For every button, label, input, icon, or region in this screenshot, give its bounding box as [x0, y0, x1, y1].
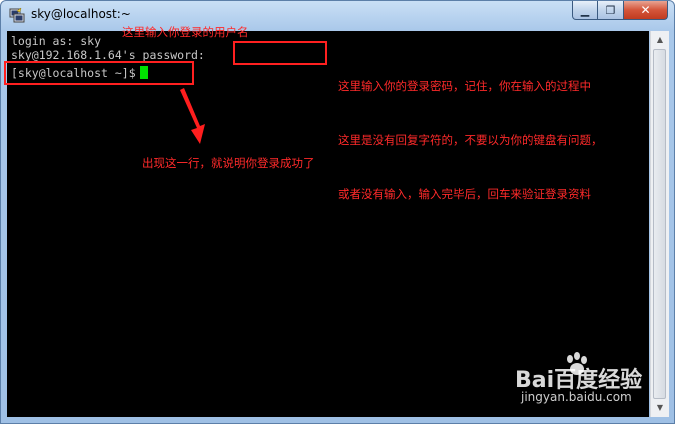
baidu-url: jingyan.baidu.com [521, 390, 632, 404]
putty-icon [9, 7, 25, 23]
password-annotation-line: 这里输入你的登录密码，记住，你在输入的过程中 [338, 79, 591, 93]
password-annotation-line: 或者没有输入，输入完毕后，回车来验证登录资料 [338, 187, 591, 201]
password-highlight-box [233, 41, 327, 65]
minimize-icon: ▁ [580, 3, 590, 17]
title-bar[interactable]: sky@localhost:~ ▁ ❐ ✕ [1, 1, 674, 29]
prompt-highlight-box [4, 61, 194, 85]
minimize-button[interactable]: ▁ [572, 1, 598, 20]
maximize-icon: ❐ [605, 3, 616, 17]
close-icon: ✕ [640, 3, 651, 17]
terminal-line-password: sky@192.168.1.64's password: [11, 48, 205, 62]
close-button[interactable]: ✕ [624, 1, 668, 20]
scroll-down-icon[interactable]: ▼ [652, 400, 668, 416]
baidu-watermark: Bai百度经验 jingyan.baidu.com [515, 350, 642, 405]
terminal-line-login: login as: sky [11, 34, 102, 48]
vertical-scrollbar[interactable]: ▲ ▼ [650, 31, 669, 417]
success-annotation: 出现这一行，就说明你登录成功了 [142, 156, 315, 170]
maximize-button[interactable]: ❐ [598, 1, 624, 20]
arrow-icon [180, 88, 205, 144]
username-annotation: 这里输入你登录的用户名 [122, 25, 249, 39]
password-annotation-line: 这里是没有回复字符的，不要以为你的键盘有问题， [338, 133, 603, 147]
window-title: sky@localhost:~ [31, 7, 131, 21]
scrollbar-thumb[interactable] [653, 49, 666, 399]
window-controls: ▁ ❐ ✕ [572, 1, 668, 20]
password-annotation: 这里输入你的登录密码，记住，你在输入的过程中 这里是没有回复字符的，不要以为你的… [338, 41, 603, 221]
scroll-up-icon[interactable]: ▲ [652, 32, 668, 48]
